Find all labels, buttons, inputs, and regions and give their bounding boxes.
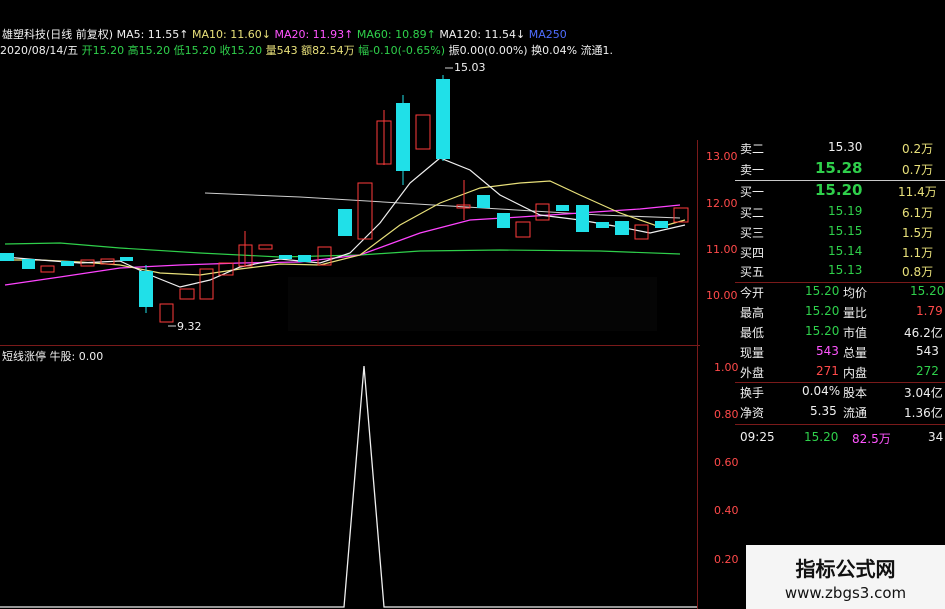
stat-label: 最低: [740, 326, 765, 340]
tick-row[interactable]: 09:25 15.20 82.5万 34: [740, 430, 945, 450]
ma120-line: [204, 192, 681, 219]
tick-price: 15.20: [804, 430, 839, 444]
buy-3-vol: 1.5万: [902, 226, 934, 240]
stat-label: 最高: [740, 306, 765, 320]
stat-value: 5.35: [810, 404, 837, 418]
stat-label: 现量: [740, 346, 765, 360]
buy-3-price: 15.15: [828, 224, 863, 238]
sell-1-label: 卖一: [740, 163, 765, 177]
buy-row-2[interactable]: 买二 15.19 6.1万: [740, 204, 945, 224]
stats-row-low: 最低 15.20 市值 46.2亿: [740, 324, 945, 344]
watermark-title: 指标公式网: [795, 557, 896, 581]
stats-row-curvol: 现量 543 总量 543: [740, 344, 945, 364]
buy-2-price: 15.19: [828, 204, 863, 218]
buy-1-label: 买一: [740, 185, 765, 199]
price-tick-1: 13.00: [706, 150, 738, 163]
stat-value: 15.20: [805, 284, 840, 298]
stat-label: 今开: [740, 286, 765, 300]
sell-2-label: 卖二: [740, 142, 765, 156]
header-line-1: 雄塑科技(日线 前复权) MA5: 11.55↑ MA10: 11.60↓ MA…: [2, 26, 567, 42]
buy-5-price: 15.13: [828, 263, 863, 277]
ind-tick-3: 0.60: [714, 456, 739, 469]
stats-row-high: 最高 15.20 量比 1.79: [740, 304, 945, 324]
stat-label: 量比: [843, 306, 868, 320]
buy-row-5[interactable]: 买五 15.13 0.8万: [740, 263, 945, 283]
stat-label: 内盘: [843, 366, 868, 380]
buy-5-vol: 0.8万: [902, 265, 934, 279]
stat-label: 市值: [843, 326, 868, 340]
tick-divider: [735, 424, 945, 425]
price-tick-3: 11.00: [706, 243, 738, 256]
ind-tick-4: 0.40: [714, 504, 739, 517]
price-tick-2: 12.00: [706, 197, 738, 210]
stock-title: 雄塑科技(日线 前复权): [2, 28, 114, 41]
tick-count: 34: [928, 430, 944, 444]
indicator-chart[interactable]: [0, 346, 697, 609]
candlestick-chart[interactable]: [0, 55, 697, 345]
price-tick-4: 10.00: [706, 289, 738, 302]
stat-label: 股本: [843, 386, 868, 400]
sell-2-price: 15.30: [828, 140, 863, 154]
stats-row-outer: 外盘 271 内盘 272: [740, 364, 945, 384]
stat-value: 46.2亿: [904, 326, 943, 340]
sell-2-vol: 0.2万: [902, 142, 934, 156]
ma20-label: MA20: 11.93↑: [274, 28, 354, 41]
stat-value: 0.04%: [802, 384, 841, 398]
stat-value: 15.20: [910, 284, 945, 298]
buy-5-label: 买五: [740, 265, 765, 279]
stat-value: 1.79: [916, 304, 943, 318]
sell-1-vol: 0.7万: [902, 163, 934, 177]
stat-label: 换手: [740, 386, 765, 400]
stat-label: 外盘: [740, 366, 765, 380]
buy-2-vol: 6.1万: [902, 206, 934, 220]
sell-row-2[interactable]: 卖二 15.30 0.2万: [740, 140, 945, 160]
buy-2-label: 买二: [740, 206, 765, 220]
sell-1-price: 15.28: [815, 159, 863, 177]
buy-1-price: 15.20: [815, 181, 863, 199]
stat-value: 543: [916, 344, 939, 358]
ma10-label: MA10: 11.60↓: [192, 28, 271, 41]
stat-value: 543: [816, 344, 839, 358]
stat-value: 15.20: [805, 304, 840, 318]
overlay-box: [288, 277, 657, 331]
site-watermark: 指标公式网 www.zbgs3.com: [746, 545, 945, 609]
buy-4-vol: 1.1万: [902, 246, 934, 260]
low-marker: 9.32: [177, 320, 202, 333]
ma60-label: MA60: 10.89↑: [356, 28, 436, 41]
axis-divider: [697, 140, 698, 609]
ma5-label: MA5: 11.55↑: [116, 28, 189, 41]
stats-row-turnover: 换手 0.04% 股本 3.04亿: [740, 384, 945, 404]
stat-value: 272: [916, 364, 939, 378]
stat-label: 总量: [843, 346, 868, 360]
tick-amount: 82.5万: [852, 432, 891, 446]
watermark-url: www.zbgs3.com: [784, 584, 907, 602]
ind-tick-5: 0.20: [714, 553, 739, 566]
buy-1-vol: 11.4万: [898, 185, 937, 199]
stat-value: 271: [816, 364, 839, 378]
stats-row-netasset: 净资 5.35 流通 1.36亿: [740, 404, 945, 424]
stat-value: 1.36亿: [904, 406, 943, 420]
ma120-label: MA120: 11.54↓: [439, 28, 526, 41]
ind-tick-2: 0.80: [714, 408, 739, 421]
stat-value: 3.04亿: [904, 386, 943, 400]
stat-label: 均价: [843, 286, 868, 300]
tick-time: 09:25: [740, 430, 775, 444]
ind-tick-1: 1.00: [714, 361, 739, 374]
stats-row-open: 今开 15.20 均价 15.20: [740, 284, 945, 304]
buy-row-1[interactable]: 买一 15.20 11.4万: [740, 181, 945, 203]
stat-value: 15.20: [805, 324, 840, 338]
buy-3-label: 买三: [740, 226, 765, 240]
high-marker: 15.03: [454, 61, 486, 74]
buy-row-4[interactable]: 买四 15.14 1.1万: [740, 244, 945, 264]
ma250-label: MA250: [528, 28, 567, 41]
stats-divider: [735, 382, 945, 383]
stat-label: 流通: [843, 406, 868, 420]
sell-row-1[interactable]: 卖一 15.28 0.7万: [740, 159, 945, 181]
orderbook-divider: [735, 282, 945, 283]
buy-4-label: 买四: [740, 246, 765, 260]
buy-row-3[interactable]: 买三 15.15 1.5万: [740, 224, 945, 244]
indicator-line: [0, 365, 697, 608]
stat-label: 净资: [740, 406, 765, 420]
buy-4-price: 15.14: [828, 244, 863, 258]
